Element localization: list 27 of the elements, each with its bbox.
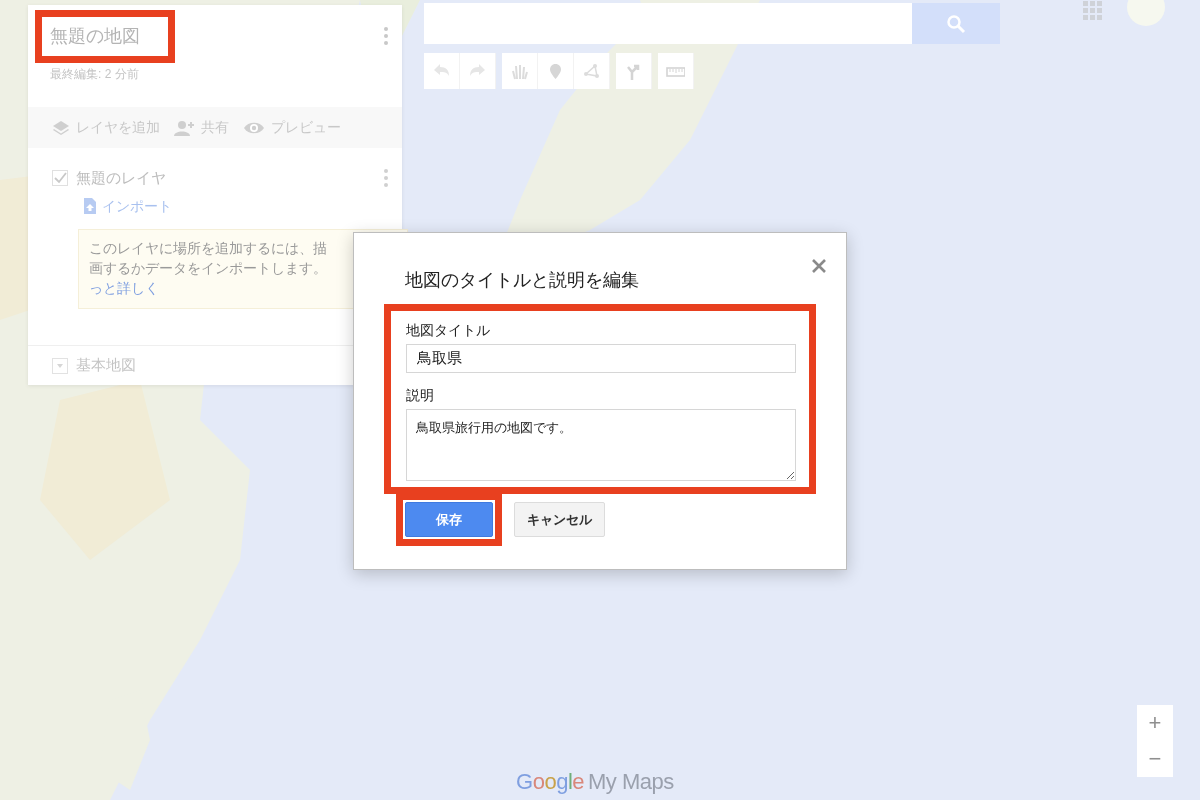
map-title[interactable]: 無題の地図 xyxy=(50,23,140,50)
layers-icon xyxy=(52,119,70,136)
more-menu-icon[interactable] xyxy=(384,169,388,188)
dropdown-icon[interactable] xyxy=(52,357,68,374)
title-field[interactable]: 鳥取県 xyxy=(406,344,796,373)
hint-text: このレイヤに場所を追加するには、描 xyxy=(89,238,328,258)
dialog-title: 地図のタイトルと説明を編集 xyxy=(405,269,640,292)
field-label: 地図タイトル xyxy=(406,321,491,340)
hint-text: 画するかデータをインポートします。 xyxy=(89,258,328,278)
layer-name[interactable]: 無題のレイヤ xyxy=(76,167,166,190)
more-menu-icon[interactable] xyxy=(384,27,388,45)
checkbox[interactable] xyxy=(52,170,68,187)
search-field[interactable] xyxy=(424,3,912,44)
base-map-label[interactable]: 基本地図 xyxy=(76,354,136,377)
apps-grid-icon[interactable] xyxy=(1082,0,1102,20)
import-link[interactable]: インポート xyxy=(102,195,172,217)
polyline-icon xyxy=(582,61,601,81)
save-button[interactable]: 保存 xyxy=(405,502,493,537)
cancel-button[interactable]: キャンセル xyxy=(514,502,605,537)
close-icon xyxy=(812,258,826,273)
file-icon xyxy=(84,198,96,214)
field-label: 説明 xyxy=(406,386,435,405)
search-button[interactable] xyxy=(912,3,1000,44)
add-person-icon xyxy=(174,119,195,136)
search-icon xyxy=(946,13,966,34)
logo: Google My Maps xyxy=(516,768,674,796)
description-field[interactable]: 鳥取県旅行用の地図です。 xyxy=(406,409,796,481)
